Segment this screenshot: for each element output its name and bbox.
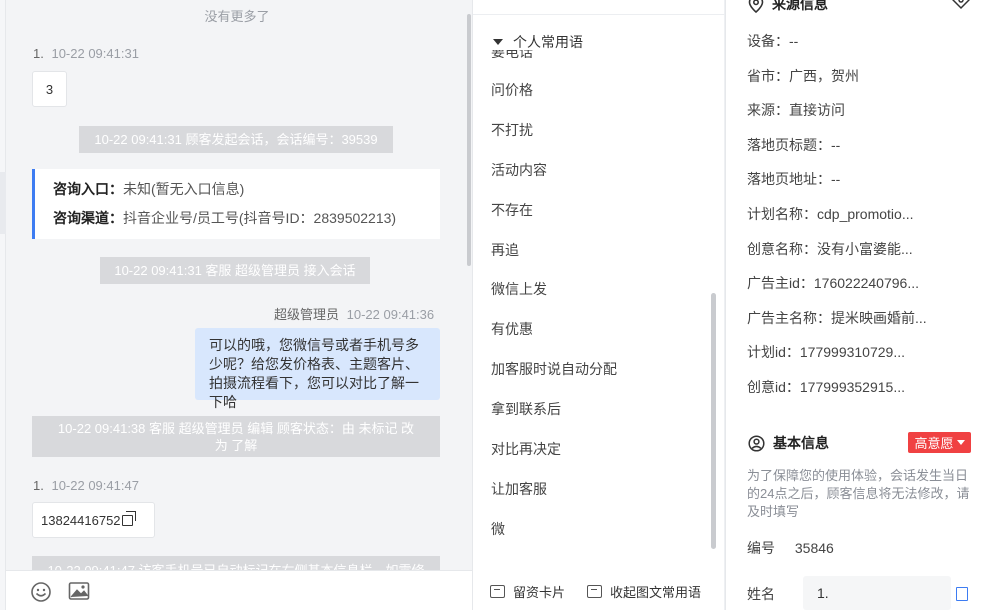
phrase-footer: 留资卡片 收起图文常用语: [473, 572, 725, 610]
customer-message-bubble[interactable]: 13824416752: [32, 502, 155, 538]
location-pin-icon: [748, 0, 764, 13]
system-notice: 10-22 09:41:38 客服 超级管理员 编辑 顾客状态：由 未标记 改为…: [32, 416, 440, 457]
chat-messages[interactable]: 没有更多了 1. 10-22 09:41:31 3 10-22 09:41:31…: [6, 0, 472, 570]
source-info-header: 来源信息: [748, 0, 828, 14]
source-info-row: 来源：直接访问: [747, 102, 845, 119]
agent-name: 超级管理员: [274, 307, 340, 322]
message-time: 10-22 09:41:47: [51, 478, 139, 493]
agent-message-sender: 超级管理员 10-22 09:41:36: [274, 304, 434, 323]
source-info-row: 计划id：177999310729...: [747, 344, 905, 361]
basic-info-header: 基本信息: [748, 433, 829, 453]
consult-channel-row: 咨询渠道：抖音企业号/员工号(抖音号ID：2839502213): [53, 208, 440, 237]
phrase-item-label: 要电话: [491, 50, 533, 58]
source-info-row: 广告主id：176022240796...: [747, 275, 919, 292]
phrase-item-clipped[interactable]: 要电话: [491, 50, 533, 58]
divider: [473, 14, 725, 15]
message-card-icon: [586, 584, 602, 598]
consult-info-card: 咨询入口：未知(暂无入口信息) 咨询渠道：抖音企业号/员工号(抖音号ID：283…: [32, 169, 440, 239]
customer-info-scroll[interactable]: 来源信息 设备：-- 省市：广西，贺州 来源：直接访问 落地页标题：-- 落地页地址：-…: [726, 0, 994, 610]
chat-scrollbar[interactable]: [467, 14, 471, 266]
source-info-title: 来源信息: [772, 0, 828, 12]
caret-down-icon: [956, 440, 965, 445]
message-sender: 1. 10-22 09:41:47: [33, 478, 139, 493]
source-info-row: 落地页地址：--: [747, 171, 841, 188]
phrase-item[interactable]: 拿到联系后: [491, 390, 711, 430]
collapse-phrases-label: 收起图文常用语: [609, 584, 701, 600]
phrase-item[interactable]: 问价格: [491, 71, 711, 111]
phrase-item[interactable]: 微信上发: [491, 270, 711, 310]
consult-entry-value: 未知(暂无入口信息): [123, 181, 245, 197]
document-icon[interactable]: [956, 587, 968, 601]
lead-card-label: 留资卡片: [512, 584, 565, 600]
phrase-list: 问价格 不打扰 活动内容 不存在 再追 微信上发 有优惠 加客服时说自动分配 拿到联系后 对比再决…: [491, 71, 711, 550]
source-info-row: 设备：--: [747, 33, 799, 49]
source-info-list: 设备：-- 省市：广西，贺州 来源：直接访问 落地页标题：-- 落地页地址：-- 计划名称…: [747, 27, 977, 408]
system-notice: 10-22 09:41:47 访客手机号已自动标记在右侧基本信息栏，如需修: [32, 556, 440, 570]
system-notice: 10-22 09:41:31 客服 超级管理员 接入会话: [100, 257, 370, 284]
phrase-item[interactable]: 对比再决定: [491, 430, 711, 470]
phrase-item[interactable]: 有优惠: [491, 310, 711, 350]
phrase-group-title: 个人常用语: [513, 34, 583, 50]
message-text: 3: [45, 81, 54, 97]
phrase-item[interactable]: 活动内容: [491, 151, 711, 191]
user-circle-icon: [748, 434, 765, 452]
message-sender: 1. 10-22 09:41:31: [33, 46, 139, 61]
customer-id-value: 35846: [794, 540, 834, 556]
customer-id-label: 编号: [747, 540, 775, 556]
source-info-row: 计划名称：cdp_promotio...: [747, 205, 914, 222]
edit-deadline-notice: 为了保障您的使用体验，会话发生当日的24点之后，顾客信息将无法修改，请及时填写: [747, 468, 970, 519]
copy-icon[interactable]: [121, 510, 136, 526]
phrase-item[interactable]: 微: [491, 510, 711, 550]
customer-name-input[interactable]: 1.: [803, 576, 951, 610]
source-info-row: 广告主名称：提米映画婚前...: [747, 309, 927, 326]
caret-down-icon: [493, 39, 503, 45]
message-time: 10-22 09:41:31: [51, 46, 139, 61]
no-more-label: 没有更多了: [204, 9, 270, 24]
edit-tag-icon[interactable]: [950, 0, 972, 10]
quick-phrases-panel: 个人常用语 要电话 问价格 不打扰 活动内容 不存在 再追 微信上发 有优惠 加客服时说自动分…: [472, 0, 725, 610]
system-notice: 10-22 09:41:31 顾客发起会话，会话编号：39539: [79, 126, 393, 153]
source-info-row: 落地页标题：--: [747, 136, 841, 153]
emoji-icon[interactable]: [30, 581, 52, 603]
sender-name: 1.: [33, 46, 44, 61]
source-info-row: 省市：广西，贺州: [747, 67, 859, 84]
message-time: 10-22 09:41:36: [346, 307, 435, 322]
source-info-row: 创意id：177999352915...: [747, 378, 905, 395]
sender-name: 1.: [33, 478, 44, 493]
consult-entry-row: 咨询入口：未知(暂无入口信息): [53, 179, 440, 208]
app-root: 没有更多了 1. 10-22 09:41:31 3 10-22 09:41:31…: [0, 0, 994, 610]
agent-message-bubble[interactable]: 可以的哦，您微信号或者手机号多少呢？给您发价格表、主题客片、拍摄流程看下，您可以…: [195, 328, 440, 410]
message-card-icon: [489, 584, 505, 598]
source-info-row: 创意名称：没有小富婆能...: [747, 240, 913, 257]
basic-info-title: 基本信息: [773, 435, 829, 451]
consult-channel-label: 咨询渠道：: [53, 210, 123, 226]
customer-message-bubble[interactable]: 3: [32, 71, 67, 107]
customer-name-label: 姓名: [747, 586, 775, 602]
customer-id-row: 编号 35846: [747, 538, 834, 558]
phrase-scrollbar[interactable]: [711, 293, 716, 549]
phrase-item[interactable]: 让加客服: [491, 470, 711, 510]
collapse-phrases-button[interactable]: 收起图文常用语: [586, 582, 701, 601]
consult-entry-label: 咨询入口：: [53, 181, 123, 197]
phrase-item[interactable]: 再追: [491, 231, 711, 271]
message-text: 13824416752: [41, 512, 121, 528]
customer-info-panel: 来源信息 设备：-- 省市：广西，贺州 来源：直接访问 落地页标题：-- 落地页地址：-…: [725, 0, 994, 610]
intent-level-dropdown[interactable]: 高意愿: [908, 432, 971, 453]
image-icon[interactable]: [68, 580, 90, 602]
lead-card-button[interactable]: 留资卡片: [489, 582, 565, 601]
phrase-item[interactable]: 加客服时说自动分配: [491, 350, 711, 390]
phrase-item[interactable]: 不打扰: [491, 111, 711, 151]
consult-channel-value: 抖音企业号/员工号(抖音号ID：2839502213): [123, 210, 397, 226]
intent-level-label: 高意愿: [914, 436, 954, 451]
chat-input-toolbar: [6, 570, 472, 610]
phrase-group-toggle[interactable]: 个人常用语: [493, 32, 583, 52]
chat-panel: 没有更多了 1. 10-22 09:41:31 3 10-22 09:41:31…: [6, 0, 472, 610]
phrase-item[interactable]: 不存在: [491, 191, 711, 231]
